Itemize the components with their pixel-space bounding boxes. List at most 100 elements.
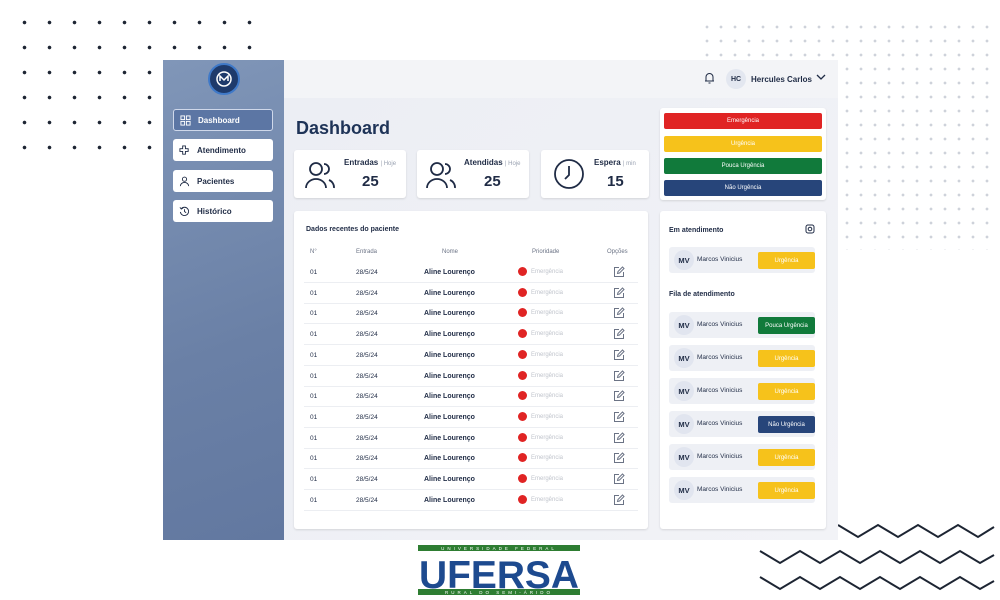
priority-emergencia[interactable]: Emergência [664,113,822,129]
stat-card-atendidas: Atendidas | Hoje 25 [417,150,529,198]
cell-number: 01 [310,310,318,318]
cell-name: Aline Lourenço [424,269,475,276]
queue-item[interactable]: MV Marcos Vinicius Urgência [669,345,815,371]
edit-icon[interactable] [613,349,625,361]
queue-item[interactable]: MV Marcos Vinicius Pouca Urgência [669,312,815,338]
cell-date: 28/5/24 [356,310,378,318]
sidebar-item-dashboard[interactable]: Dashboard [173,109,273,131]
cell-date: 28/5/24 [356,434,378,442]
table-row[interactable]: 01 28/5/24 Aline Lourenço Emergência [304,284,638,304]
column-header: N° [310,249,317,255]
priority-badge: Urgência [758,252,815,269]
priority-dot [518,370,527,380]
cell-name: Aline Lourenço [424,393,475,401]
priority-pouca-urgencia[interactable]: Pouca Urgência [664,158,822,174]
cell-date: 28/5/24 [356,289,378,297]
edit-icon[interactable] [613,390,625,402]
priority-dot [518,391,527,401]
settings-icon[interactable] [805,224,815,234]
cell-date: 28/5/24 [356,269,378,276]
avatar: MV [674,414,694,434]
patient-name: Marcos Vinicius [697,453,743,460]
edit-icon[interactable] [613,431,625,444]
queue-item[interactable]: MV Marcos Vinicius Urgência [669,477,815,503]
cell-name: Aline Lourenço [424,331,475,339]
priority-badge: Não Urgência [758,416,815,433]
queue-item[interactable]: MV Marcos Vinicius Urgência [669,444,815,470]
table-row[interactable]: 01 28/5/24 Aline Lourenço Emergência [304,387,638,408]
cell-date: 28/5/24 [356,331,378,339]
cell-number: 01 [310,269,318,276]
user-name: Hercules Carlos [751,74,812,84]
priority-legend: Emergência Urgência Pouca Urgência Não U… [660,108,826,200]
stat-label: Entradas | Hoje [344,158,397,167]
sidebar-item-label: Pacientes [197,176,235,186]
sidebar-item-label: Atendimento [197,145,246,155]
recent-patients-card: Dados recentes do paciente N° Entrada No… [294,211,648,529]
table-row[interactable]: 01 28/5/24 Aline Lourenço Emergência [304,408,638,428]
cell-date: 28/5/24 [356,372,378,380]
edit-icon[interactable] [613,411,625,423]
priority-badge: Urgência [758,350,815,367]
queue-item[interactable]: MV Marcos Vinicius Urgência [669,378,815,404]
queue-item[interactable]: MV Marcos Vinicius Urgência [669,247,815,273]
table-row[interactable]: 01 28/5/24 Aline Lourenço Emergência [304,346,638,366]
cell-name: Aline Lourenço [424,496,475,504]
avatar: MV [674,315,694,335]
priority-dot [518,349,527,359]
sidebar-item-atendimento[interactable]: Atendimento [173,139,273,161]
patient-name: Marcos Vinicius [697,387,743,394]
chevron-down-icon[interactable] [816,73,826,81]
dashboard-grid-icon [180,114,191,126]
edit-icon[interactable] [613,266,625,278]
user-menu[interactable]: HC Hercules Carlos [726,69,812,89]
cell-date: 28/5/24 [356,393,378,401]
table-row[interactable]: 01 28/5/24 Aline Lourenço Emergência [304,429,638,449]
table-row[interactable]: 01 28/5/24 Aline Lourenço Emergência [304,367,638,387]
priority-urgencia[interactable]: Urgência [664,136,822,152]
app-logo[interactable] [208,63,240,95]
queue-item[interactable]: MV Marcos Vinicius Não Urgência [669,411,815,437]
stat-card-espera: Espera | min 15 [541,150,649,198]
cell-number: 01 [310,434,318,442]
table-row[interactable]: 01 28/5/24 Aline Lourenço Emergência [304,263,638,283]
table-row[interactable]: 01 28/5/24 Aline Lourenço Emergência [304,304,638,325]
bell-icon[interactable] [704,72,715,84]
cell-name: Aline Lourenço [424,455,475,463]
in-service-title: Em atendimento [669,227,724,234]
cell-number: 01 [310,393,318,401]
topbar: HC Hercules Carlos [284,60,838,98]
cell-name: Aline Lourenço [424,372,475,380]
edit-icon[interactable] [613,493,625,506]
sidebar-item-historico[interactable]: Histórico [173,200,273,222]
priority-badge: Urgência [758,449,815,466]
cell-number: 01 [310,351,318,359]
cell-priority: Emergência [531,434,564,441]
table-row[interactable]: 01 28/5/24 Aline Lourenço Emergência [304,470,638,490]
queue-line-title: Fila de atendimento [669,291,735,298]
priority-dot [518,432,527,442]
sidebar-item-pacientes[interactable]: Pacientes [173,170,273,192]
edit-icon[interactable] [613,452,625,464]
patient-name: Marcos Vinicius [697,256,743,263]
edit-icon[interactable] [613,369,625,382]
priority-nao-urgencia[interactable]: Não Urgência [664,180,822,196]
column-header: Prioridade [532,249,560,255]
cell-number: 01 [310,496,318,504]
cell-name: Aline Lourenço [424,476,475,483]
edit-icon[interactable] [613,286,625,299]
stat-label: Atendidas | Hoje [464,158,521,167]
cell-number: 01 [310,372,318,380]
table-row[interactable]: 01 28/5/24 Aline Lourenço Emergência [304,449,638,470]
edit-icon[interactable] [613,307,625,319]
queue-card: Em atendimento MV Marcos Vinicius Urgência… [660,211,826,529]
cell-number: 01 [310,455,318,463]
edit-icon[interactable] [613,473,625,485]
cell-number: 01 [310,289,318,297]
table-row[interactable]: 01 28/5/24 Aline Lourenço Emergência [304,325,638,346]
table-row[interactable]: 01 28/5/24 Aline Lourenço Emergência [304,491,638,511]
logo-icon [216,71,232,87]
avatar: MV [674,250,694,270]
edit-icon[interactable] [613,328,625,340]
avatar: MV [674,348,694,368]
